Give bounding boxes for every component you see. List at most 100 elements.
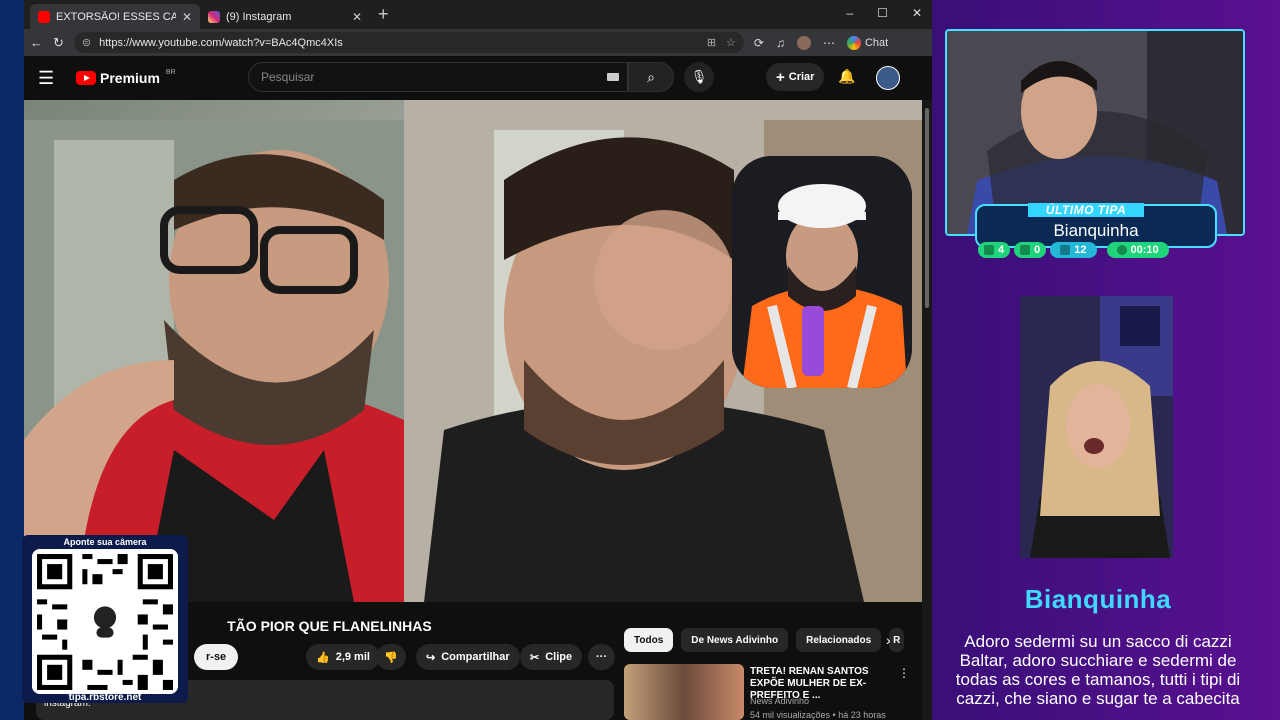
chip-de-news-adivinho[interactable]: De News Adivinho — [681, 628, 789, 652]
extensions-area: ⟳ ♫ ⋯ Chat — [754, 35, 889, 50]
stat-youtube: 0 — [1014, 242, 1047, 258]
chip-relacionados[interactable]: Relacionados — [796, 628, 882, 652]
recommended-meta: 54 mil visualizações • há 23 horas — [750, 710, 886, 720]
donor-name: Bianquinha — [1024, 584, 1172, 614]
logo-text: Premium — [100, 70, 160, 86]
close-tab-icon[interactable]: ✕ — [182, 10, 192, 24]
tab-title: EXTORSÃO! ESSES CARAS TÃO PIOR — [56, 10, 176, 23]
ultimo-tipa-name: Bianquinha — [1053, 221, 1139, 240]
tab-youtube[interactable]: EXTORSÃO! ESSES CARAS TÃO PIOR ✕ — [30, 4, 200, 29]
copilot-icon — [846, 35, 861, 50]
recommended-thumbnail[interactable] — [624, 664, 744, 720]
url-text[interactable]: https://www.youtube.com/watch?v=BAc4Qmc4… — [99, 37, 343, 49]
create-button[interactable]: + Criar — [766, 63, 825, 91]
bookmark-star-icon[interactable]: ☆ — [726, 36, 736, 49]
hamburger-menu-icon[interactable]: ☰ — [38, 68, 62, 89]
qr-top-text: Aponte sua câmera — [63, 537, 147, 547]
tab-instagram[interactable]: (9) Instagram ✕ — [200, 4, 370, 29]
tab-title: (9) Instagram — [226, 10, 292, 23]
donor-message: Adoro sedermi su un sacco di cazzi Balta… — [955, 632, 1241, 708]
scrollbar-thumb[interactable] — [925, 108, 929, 308]
search-button[interactable]: ⌕ — [628, 62, 674, 92]
new-tab-button[interactable]: + — [378, 4, 389, 25]
apps-icon[interactable]: ⊞ — [707, 36, 716, 49]
donation-video-image — [1020, 296, 1173, 558]
stat-value: 00:10 — [1130, 244, 1159, 256]
reload-icon[interactable]: ↻ — [53, 35, 64, 51]
voice-search-button[interactable]: 🎙 — [684, 62, 714, 92]
whatsapp-icon — [1116, 245, 1127, 255]
recommended-age: há 23 horas — [838, 710, 886, 720]
address-row: ← ↻ ⊜ https://www.youtube.com/watch?v=BA… — [24, 29, 932, 56]
keyboard-icon[interactable] — [607, 73, 619, 81]
create-label: Criar — [788, 71, 815, 83]
dislike-button[interactable]: 👎 — [376, 644, 406, 670]
qr-overlay: Aponte sua câmera tipa.rbstore.net — [22, 535, 188, 703]
account-avatar[interactable] — [876, 66, 900, 90]
like-button[interactable]: 👍 2,9 mil — [306, 644, 380, 670]
recommended-video[interactable]: TRETA! RENAN SANTOS EXPÕE MULHER DE EX-P… — [624, 664, 922, 720]
like-count: 2,9 mil — [335, 651, 370, 663]
search-icon: ⌕ — [647, 68, 655, 85]
thumbs-down-icon: 👎 — [384, 651, 398, 664]
address-bar[interactable]: ⊜ https://www.youtube.com/watch?v=BAc4Qm… — [73, 32, 744, 53]
notifications-bell-icon[interactable]: 🔔 — [838, 68, 855, 85]
video-title-visible: TÃO PIOR QUE FLANELINHAS — [227, 618, 432, 634]
clip-label: Clipe — [545, 651, 573, 663]
more-dots-icon: ··· — [596, 651, 607, 663]
subscribe-button[interactable]: r-se — [194, 644, 239, 670]
stat-kick: 12 — [1050, 242, 1097, 258]
window-controls: – ☐ ✕ — [846, 6, 922, 20]
stream-stats: 4 0 12 00:10 — [978, 242, 1169, 258]
qr-code-pattern — [32, 549, 178, 694]
twitch-icon — [984, 245, 994, 255]
video-player[interactable] — [24, 100, 922, 602]
site-info-icon[interactable]: ⊜ — [82, 36, 91, 49]
minimize-icon[interactable]: – — [846, 6, 853, 20]
microphone-icon: 🎙 — [690, 69, 708, 84]
tab-bar: EXTORSÃO! ESSES CARAS TÃO PIOR ✕ (9) Ins… — [24, 0, 932, 29]
maximize-icon[interactable]: ☐ — [877, 6, 888, 20]
qr-code — [32, 549, 178, 694]
video-person-left — [24, 120, 444, 602]
stat-value: 12 — [1074, 244, 1087, 256]
donation-video — [1020, 296, 1173, 558]
stat-timer: 00:10 — [1106, 242, 1169, 258]
back-icon[interactable]: ← — [30, 35, 43, 50]
clip-button[interactable]: ✂ Clipe — [520, 644, 583, 670]
kick-icon — [1060, 245, 1071, 255]
more-vert-icon[interactable]: ⋮ — [898, 666, 910, 680]
share-icon: ↪ — [426, 651, 436, 664]
profile-avatar-icon[interactable] — [796, 35, 811, 50]
youtube-logo[interactable]: Premium BR — [76, 68, 176, 86]
share-button[interactable]: ↪ Compartilhar — [416, 644, 520, 670]
recommended-channel[interactable]: News Adivinho — [750, 696, 809, 706]
menu-dots-icon[interactable]: ⋯ — [823, 36, 835, 50]
extensions-icon[interactable]: ⟳ — [754, 36, 764, 50]
streamer-pip-camera — [732, 156, 912, 388]
scissors-icon: ✂ — [530, 651, 540, 664]
plus-icon: + — [776, 68, 785, 86]
more-actions-button[interactable]: ··· — [588, 644, 615, 670]
close-tab-icon[interactable]: ✕ — [352, 10, 362, 24]
recommendation-chips: Todos De News Adivinho Relacionados R — [624, 628, 905, 652]
recommended-views: 54 mil visualizações — [750, 710, 831, 720]
chat-label: Chat — [864, 36, 889, 49]
stat-value: 4 — [998, 244, 1005, 256]
media-icon[interactable]: ♫ — [776, 36, 785, 50]
youtube-play-icon — [76, 71, 96, 85]
youtube-icon — [1020, 245, 1031, 255]
chevron-right-icon[interactable]: › — [886, 632, 891, 648]
chip-next-partial[interactable]: R — [889, 628, 905, 652]
close-window-icon[interactable]: ✕ — [912, 6, 922, 20]
logo-region: BR — [165, 68, 176, 76]
search-input[interactable]: Pesquisar — [248, 62, 628, 92]
share-label: Compartilhar — [441, 651, 510, 663]
stat-value: 0 — [1034, 244, 1041, 256]
ultimo-tipa-label: ÚLTIMO TIPA — [1028, 203, 1144, 217]
chip-todos[interactable]: Todos — [624, 628, 674, 652]
instagram-favicon-icon — [208, 10, 220, 23]
page-scrollbar[interactable] — [922, 100, 932, 720]
chat-button[interactable]: Chat — [846, 35, 889, 50]
thumbs-up-icon: 👍 — [316, 651, 330, 664]
